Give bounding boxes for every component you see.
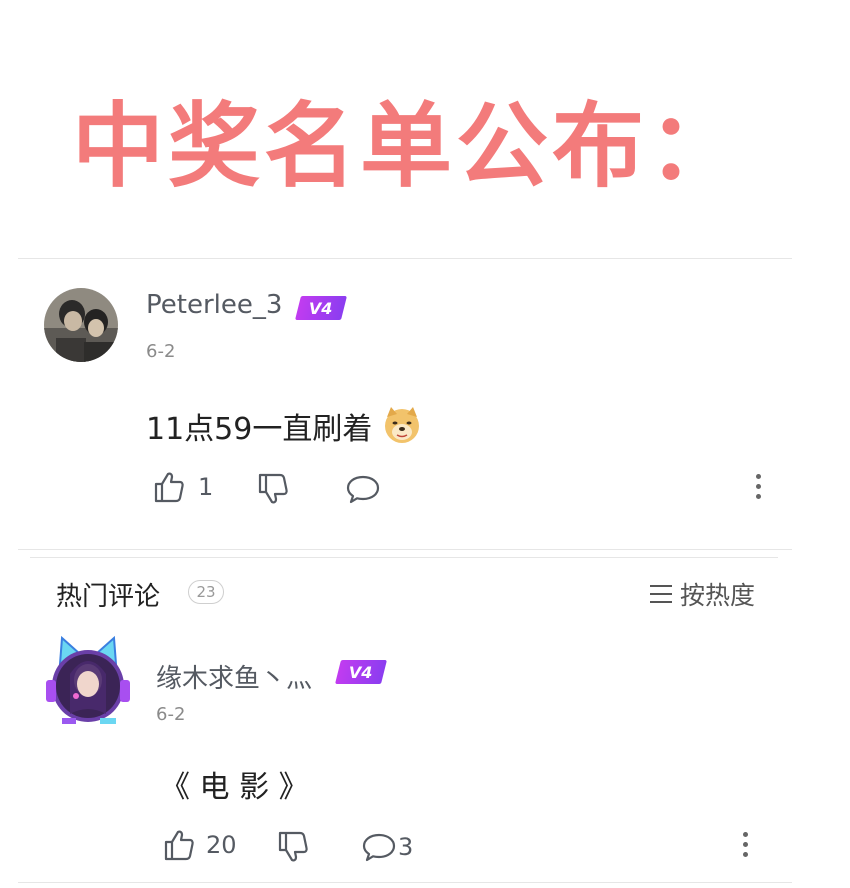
divider-middle-2 — [30, 557, 778, 558]
like-count: 1 — [198, 473, 214, 501]
sort-label: 按热度 — [680, 581, 756, 610]
thumbs-down-icon — [258, 473, 288, 504]
level-badge: V4 — [295, 296, 347, 320]
menu-lines-icon — [650, 585, 672, 603]
divider-middle — [18, 549, 792, 550]
announcement-banner: 中奖名单公布： — [72, 93, 745, 200]
comment-text: 11点59一直刷着 — [146, 404, 422, 448]
reply-button[interactable]: 3 — [362, 832, 413, 862]
dot-icon — [743, 842, 748, 847]
thumbs-down-icon — [278, 831, 308, 862]
reply-button[interactable] — [346, 474, 380, 504]
avatar-photo — [44, 288, 118, 362]
divider-bottom — [18, 882, 792, 883]
more-options-button[interactable] — [743, 832, 749, 862]
divider-top — [18, 258, 792, 259]
thumbs-up-icon — [154, 472, 184, 503]
avatar-frame-icon — [46, 635, 130, 724]
comment-date: 6-2 — [156, 704, 186, 725]
like-count: 20 — [206, 831, 237, 859]
avatar[interactable] — [44, 288, 118, 362]
doge-emoji-icon — [384, 407, 419, 443]
thumbs-up-icon — [164, 830, 194, 861]
sort-button[interactable]: 按热度 — [650, 576, 755, 612]
comment-count-badge: 23 — [188, 580, 224, 604]
username[interactable]: 缘木求鱼丶灬 — [156, 658, 312, 695]
dot-icon — [756, 474, 761, 479]
dislike-button[interactable] — [256, 472, 290, 506]
dot-icon — [756, 484, 761, 489]
dot-icon — [743, 832, 748, 837]
avatar-with-frame[interactable] — [40, 634, 136, 730]
like-button[interactable]: 20 — [162, 828, 237, 862]
like-button[interactable]: 1 — [152, 470, 213, 504]
dislike-button[interactable] — [276, 830, 310, 864]
username[interactable]: Peterlee_3 — [146, 290, 282, 320]
reply-count: 3 — [398, 833, 414, 861]
comment-date: 6-2 — [146, 341, 176, 362]
comment-text-body: 11点59一直刷着 — [146, 412, 373, 447]
hot-comments-title: 热门评论 — [56, 582, 161, 612]
comment-bubble-icon — [362, 833, 396, 862]
comment-bubble-icon — [346, 475, 380, 504]
dot-icon — [756, 494, 761, 499]
level-badge: V4 — [335, 660, 387, 684]
dot-icon — [743, 852, 748, 857]
more-options-button[interactable] — [756, 474, 762, 504]
comment-text: 《 电 影 》 — [160, 770, 309, 805]
